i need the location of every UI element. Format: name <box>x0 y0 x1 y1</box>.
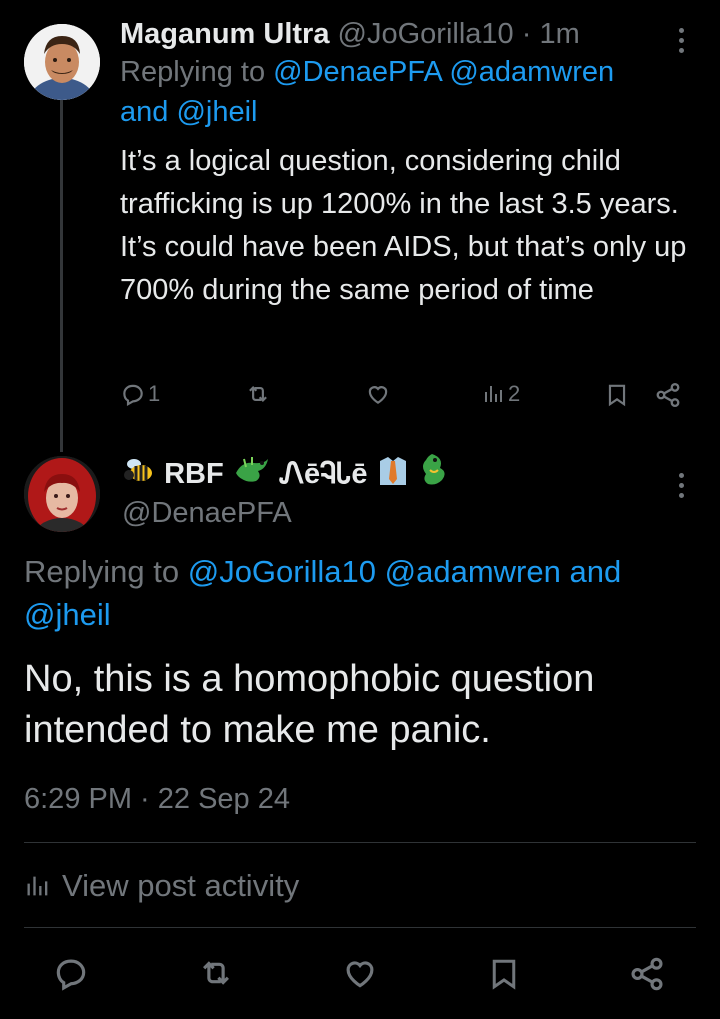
avatar-maganum[interactable] <box>24 24 100 100</box>
share-button-main[interactable] <box>628 954 666 994</box>
mention-jogorilla10[interactable]: @JoGorilla10 <box>188 554 376 589</box>
mention-jheil-main[interactable]: @jheil <box>24 597 111 632</box>
time-ago[interactable]: 1m <box>539 18 579 50</box>
dragon-emoji <box>418 452 448 499</box>
like-icon <box>346 961 374 988</box>
author-name-script: ᏁēᎸᏓē <box>279 458 368 491</box>
bookmark-icon <box>492 959 516 990</box>
view-post-activity-link[interactable]: View post activity <box>24 866 299 906</box>
view-post-activity-label: View post activity <box>62 868 300 903</box>
divider <box>24 927 696 928</box>
shirt-tie-emoji <box>376 453 410 498</box>
replying-to-and[interactable]: and <box>120 96 168 128</box>
avatar-denaepfa[interactable] <box>24 456 100 532</box>
author-name-main[interactable]: RBF ᏁēᎸᏓē <box>122 452 448 499</box>
author-name-rbf: RBF <box>164 458 224 491</box>
views-count: 2 <box>508 381 521 406</box>
tweet-timestamp[interactable]: 6:29 PM · 22 Sep 24 <box>24 779 290 819</box>
share-icon <box>631 957 663 991</box>
reply-tweet-text: It’s a logical question, considering chi… <box>120 145 687 306</box>
reply-count: 1 <box>148 381 161 406</box>
bookmark-icon <box>608 384 626 407</box>
views-icon <box>485 386 502 402</box>
replying-to-prefix-main: Replying to <box>24 554 180 589</box>
repost-button[interactable] <box>244 381 272 407</box>
like-icon <box>368 386 388 404</box>
dragon-emoji <box>232 453 272 498</box>
mention-denaepfa[interactable]: @DenaePFA <box>273 56 441 88</box>
author-handle[interactable]: @JoGorilla10 <box>338 18 514 50</box>
replying-to-main: Replying to @JoGorilla10 @adamwren and @… <box>24 550 696 636</box>
bookmark-button-main[interactable] <box>486 954 522 994</box>
more-icon[interactable] <box>679 473 685 503</box>
reply-tweet-actions: 1 2 <box>0 381 720 417</box>
share-button[interactable] <box>654 381 682 409</box>
repost-button-main[interactable] <box>196 954 236 992</box>
share-icon <box>656 382 680 408</box>
mention-adamwren[interactable]: @adamwren <box>449 56 614 88</box>
repost-icon <box>203 961 229 985</box>
like-button[interactable] <box>364 381 392 407</box>
reply-button-main[interactable] <box>52 954 90 992</box>
replying-to-prefix: Replying to <box>120 56 266 88</box>
main-tweet-text: No, this is a homophobic question intend… <box>24 658 595 751</box>
reply-tweet-header: Maganum Ultra @JoGorilla10 · 1m <box>120 14 700 54</box>
mention-jheil[interactable]: @jheil <box>176 96 257 128</box>
reply-button[interactable]: 1 <box>120 381 160 407</box>
replying-to-and-main[interactable]: and <box>569 554 621 589</box>
reply-icon <box>123 384 143 407</box>
replying-to: Replying to @DenaePFA @adamwren and @jhe… <box>120 52 700 132</box>
separator-dot: · <box>521 18 532 50</box>
more-icon[interactable] <box>679 28 685 58</box>
bee-emoji <box>122 453 156 498</box>
author-name[interactable]: Maganum Ultra <box>120 18 329 50</box>
author-handle-main[interactable]: @DenaePFA <box>122 493 292 533</box>
like-button-main[interactable] <box>340 954 380 992</box>
mention-adamwren-main[interactable]: @adamwren <box>385 554 561 589</box>
main-tweet-actions <box>0 950 720 998</box>
reply-tweet[interactable]: Maganum Ultra @JoGorilla10 · 1m Replying… <box>120 14 700 312</box>
repost-icon <box>249 385 267 403</box>
divider <box>24 842 696 843</box>
reply-icon <box>56 959 86 991</box>
views-icon <box>27 876 48 896</box>
bookmark-button[interactable] <box>604 381 630 409</box>
views-button[interactable]: 2 <box>482 381 520 407</box>
